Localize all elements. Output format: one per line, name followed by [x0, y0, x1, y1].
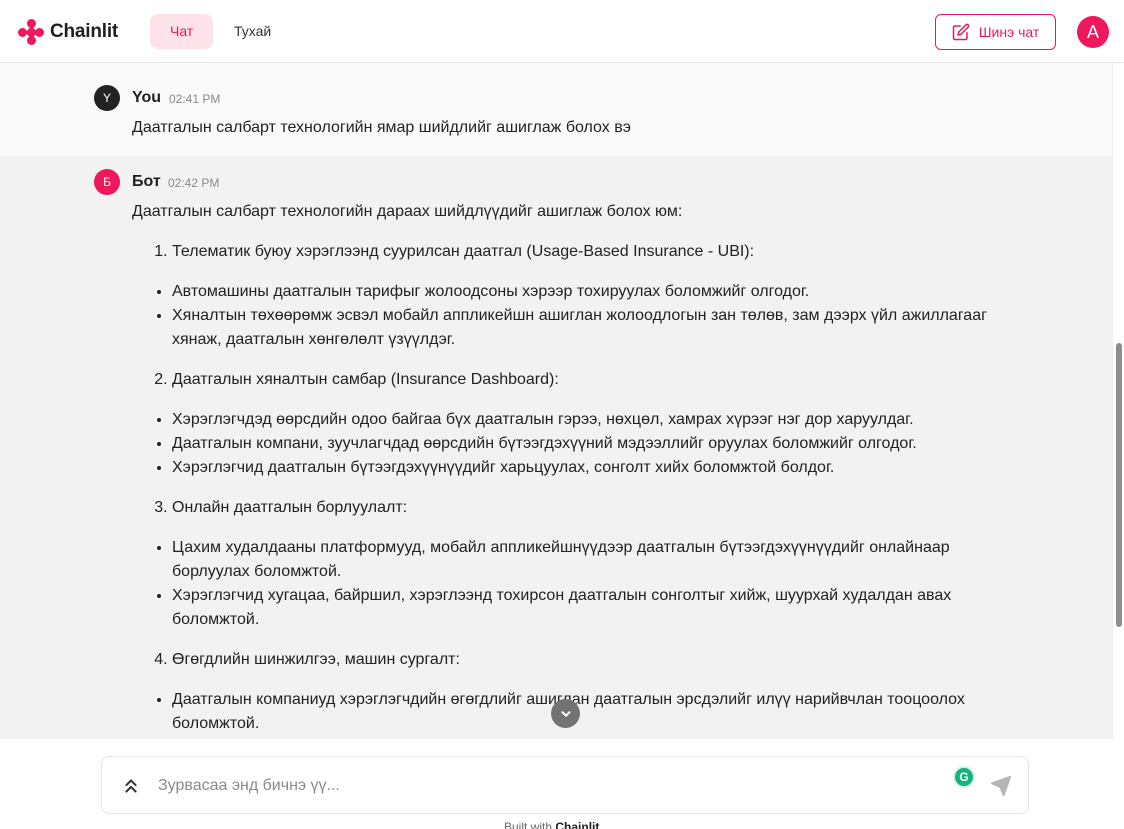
- brand-name: Chainlit: [50, 21, 119, 42]
- list-item: Даатгалын хяналтын самбар (Insurance Das…: [172, 368, 1012, 392]
- chevron-down-icon: [560, 710, 571, 717]
- chainlit-logo-icon: [18, 19, 44, 45]
- list-item: Онлайн даатгалын борлуулалт:: [172, 496, 1012, 520]
- user-message: Y You 02:41 PM Даатгалын салбарт техноло…: [0, 63, 1112, 156]
- built-with-footer[interactable]: Built with Chainlit: [504, 820, 599, 829]
- bullet-list: Цахим худалдааны платформууд, мобайл апп…: [132, 536, 1012, 632]
- app-header: Chainlit Чат Тухай Шинэ чат A: [0, 0, 1124, 63]
- numbered-list: Онлайн даатгалын борлуулалт:: [132, 496, 1012, 520]
- message-author: Бот: [132, 173, 161, 190]
- scroll-to-bottom-button[interactable]: [551, 699, 580, 728]
- message-intro: Даатгалын салбарт технологийн дараах ший…: [132, 203, 683, 220]
- list-item: Автомашины даатгалын тарифыг жолоодсоны …: [172, 280, 1012, 304]
- edit-icon: [952, 23, 969, 41]
- built-with-label: Built with: [504, 820, 553, 829]
- numbered-list: Өгөгдлийн шинжилгээ, машин сургалт:: [132, 648, 1012, 672]
- list-item: Даатгалын компаниуд хэрэглэгчдийн өгөгдл…: [172, 688, 1012, 736]
- list-item: Хэрэглэгчдэд өөрсдийн одоо байгаа бүх да…: [172, 408, 1012, 432]
- message-input[interactable]: [158, 775, 938, 797]
- send-icon[interactable]: [990, 775, 1012, 797]
- scrollbar[interactable]: [1112, 63, 1124, 739]
- message-composer: G: [101, 756, 1029, 814]
- avatar: Б: [94, 169, 120, 195]
- message-author: You: [132, 89, 162, 106]
- avatar: Y: [94, 85, 120, 111]
- new-chat-label: Шинэ чат: [978, 24, 1040, 40]
- numbered-list: Даатгалын хяналтын самбар (Insurance Das…: [132, 368, 1012, 392]
- message-timestamp: 02:41 PM: [169, 92, 221, 106]
- footer-brand: Chainlit: [555, 820, 600, 829]
- new-chat-button[interactable]: Шинэ чат: [935, 14, 1056, 50]
- message-timestamp: 02:42 PM: [168, 176, 220, 190]
- list-item: Хэрэглэгчид даатгалын бүтээгдэхүүнүүдийг…: [172, 456, 1012, 480]
- list-item: Хэрэглэгчид хугацаа, байршил, хэрэглээнд…: [172, 584, 1012, 632]
- bullet-list: Автомашины даатгалын тарифыг жолоодсоны …: [132, 280, 1012, 352]
- chevrons-up-icon[interactable]: [120, 775, 142, 797]
- tab-about[interactable]: Тухай: [214, 14, 291, 49]
- bot-message-content: Даатгалын салбарт технологийн дараах ший…: [132, 200, 1012, 739]
- list-item: Даатгалын компани, зуучлагчдад өөрсдийн …: [172, 432, 1012, 456]
- grammarly-icon[interactable]: G: [953, 766, 975, 788]
- list-item: Телематик буюу хэрэглээнд суурилсан даат…: [172, 240, 1012, 264]
- scrollbar-thumb[interactable]: [1116, 343, 1122, 627]
- user-avatar[interactable]: A: [1077, 16, 1109, 48]
- message-list: Y You 02:41 PM Даатгалын салбарт техноло…: [0, 63, 1112, 739]
- tab-chat[interactable]: Чат: [150, 14, 214, 49]
- list-item: Цахим худалдааны платформууд, мобайл апп…: [172, 536, 1012, 584]
- list-item: Өгөгдлийн шинжилгээ, машин сургалт:: [172, 648, 1012, 672]
- bullet-list: Хэрэглэгчдэд өөрсдийн одоо байгаа бүх да…: [132, 408, 1012, 480]
- list-item: Хяналтын төхөөрөмж эсвэл мобайл аппликей…: [172, 304, 1012, 352]
- numbered-list: Телематик буюу хэрэглээнд суурилсан даат…: [132, 240, 1012, 264]
- message-text: Даатгалын салбарт технологийн ямар шийдл…: [132, 119, 631, 136]
- chainlit-logo[interactable]: Chainlit: [18, 19, 118, 45]
